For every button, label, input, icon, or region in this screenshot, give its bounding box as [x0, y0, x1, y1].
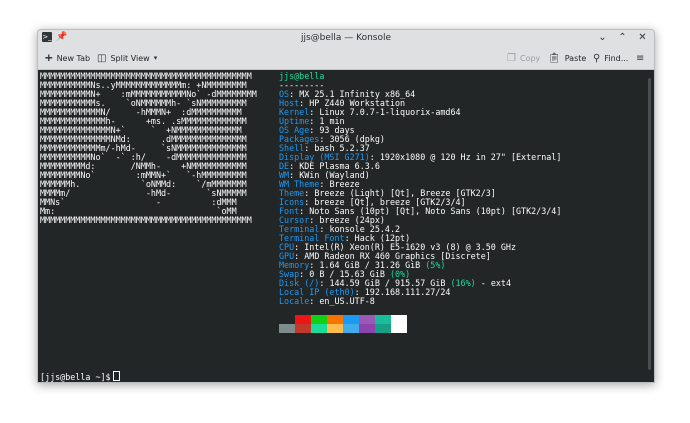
- ascii-art-line: MMMMMMMMMMMMMMMMMMMMMMMMMMMMMMMMMMMMMMMM…: [40, 215, 252, 225]
- color-swatch: [375, 324, 391, 333]
- copy-label: Copy: [519, 53, 541, 63]
- new-tab-icon: ➕︎: [45, 52, 53, 64]
- shell-prompt[interactable]: [jjs@bella ~]$: [40, 371, 120, 382]
- color-swatch: [327, 324, 343, 333]
- titlebar[interactable]: >_ 📌 jjs@bella — Konsole ⌄ ⌃ ✕: [38, 30, 654, 47]
- hamburger-menu-icon: ≡: [636, 52, 645, 64]
- toolbar: ➕︎ New Tab ◫ Split View ▾ ❐ Copy 📋︎ Past…: [38, 47, 654, 70]
- window-title: jjs@bella — Konsole: [300, 33, 392, 43]
- color-swatch: [343, 324, 359, 333]
- color-swatch: [279, 324, 295, 333]
- color-swatch: [279, 315, 295, 324]
- find-label: Find...: [604, 53, 629, 63]
- chevron-down-icon: ▾: [153, 54, 158, 62]
- maximize-icon[interactable]: ⌃: [617, 31, 628, 44]
- minimize-icon[interactable]: ⌄: [597, 31, 608, 44]
- color-swatch: [327, 315, 343, 324]
- prompt-text: [jjs@bella ~]$: [40, 372, 111, 382]
- split-view-label: Split View: [110, 53, 150, 63]
- split-view-icon: ◫: [97, 52, 107, 64]
- color-swatch: [391, 315, 407, 324]
- color-swatch: [343, 315, 359, 324]
- color-swatch: [375, 315, 391, 324]
- color-swatch: [295, 324, 311, 333]
- find-button[interactable]: ⚲ Find...: [593, 50, 628, 66]
- copy-icon: ❐: [507, 52, 516, 64]
- info-percent: (16%): [450, 278, 476, 288]
- new-tab-label: New Tab: [56, 53, 91, 63]
- hamburger-menu-button[interactable]: ≡: [636, 50, 644, 66]
- color-swatch: [391, 324, 407, 333]
- paste-button[interactable]: 📋︎ Paste: [548, 50, 586, 66]
- paste-label: Paste: [564, 53, 587, 63]
- new-tab-button[interactable]: ➕︎ New Tab: [45, 50, 90, 66]
- search-icon: ⚲: [593, 52, 601, 64]
- terminal-view[interactable]: [jjs@bella ~]$ MMMMMMMMMMMMMMMMMMMMMMMMM…: [38, 70, 654, 382]
- info-value: en_US.UTF-8: [319, 296, 375, 306]
- copy-button[interactable]: ❐ Copy: [507, 50, 540, 66]
- info-value: 1920x1080 @ 120 Hz in 27" [External]: [379, 152, 562, 162]
- color-swatch: [359, 315, 375, 324]
- close-icon[interactable]: ✕: [637, 31, 648, 44]
- info-colon: :: [309, 296, 320, 306]
- color-swatch: [311, 324, 327, 333]
- info-suffix: - ext4: [475, 278, 511, 288]
- konsole-window: >_ 📌 jjs@bella — Konsole ⌄ ⌃ ✕ ➕︎ New Ta…: [37, 29, 655, 383]
- info-value: 192.168.111.27/24: [364, 287, 451, 297]
- info-percent: (5%): [425, 260, 446, 270]
- color-swatch: [359, 324, 375, 333]
- scrollbar[interactable]: [648, 78, 651, 370]
- info-row: Locale: en_US.UTF-8: [279, 297, 375, 306]
- color-swatch: [311, 315, 327, 324]
- text-cursor: [112, 371, 120, 381]
- split-view-button[interactable]: ◫ Split View ▾: [97, 50, 157, 66]
- paste-icon: 📋︎: [548, 52, 561, 64]
- color-swatch: [295, 315, 311, 324]
- info-key: Locale: [279, 296, 310, 306]
